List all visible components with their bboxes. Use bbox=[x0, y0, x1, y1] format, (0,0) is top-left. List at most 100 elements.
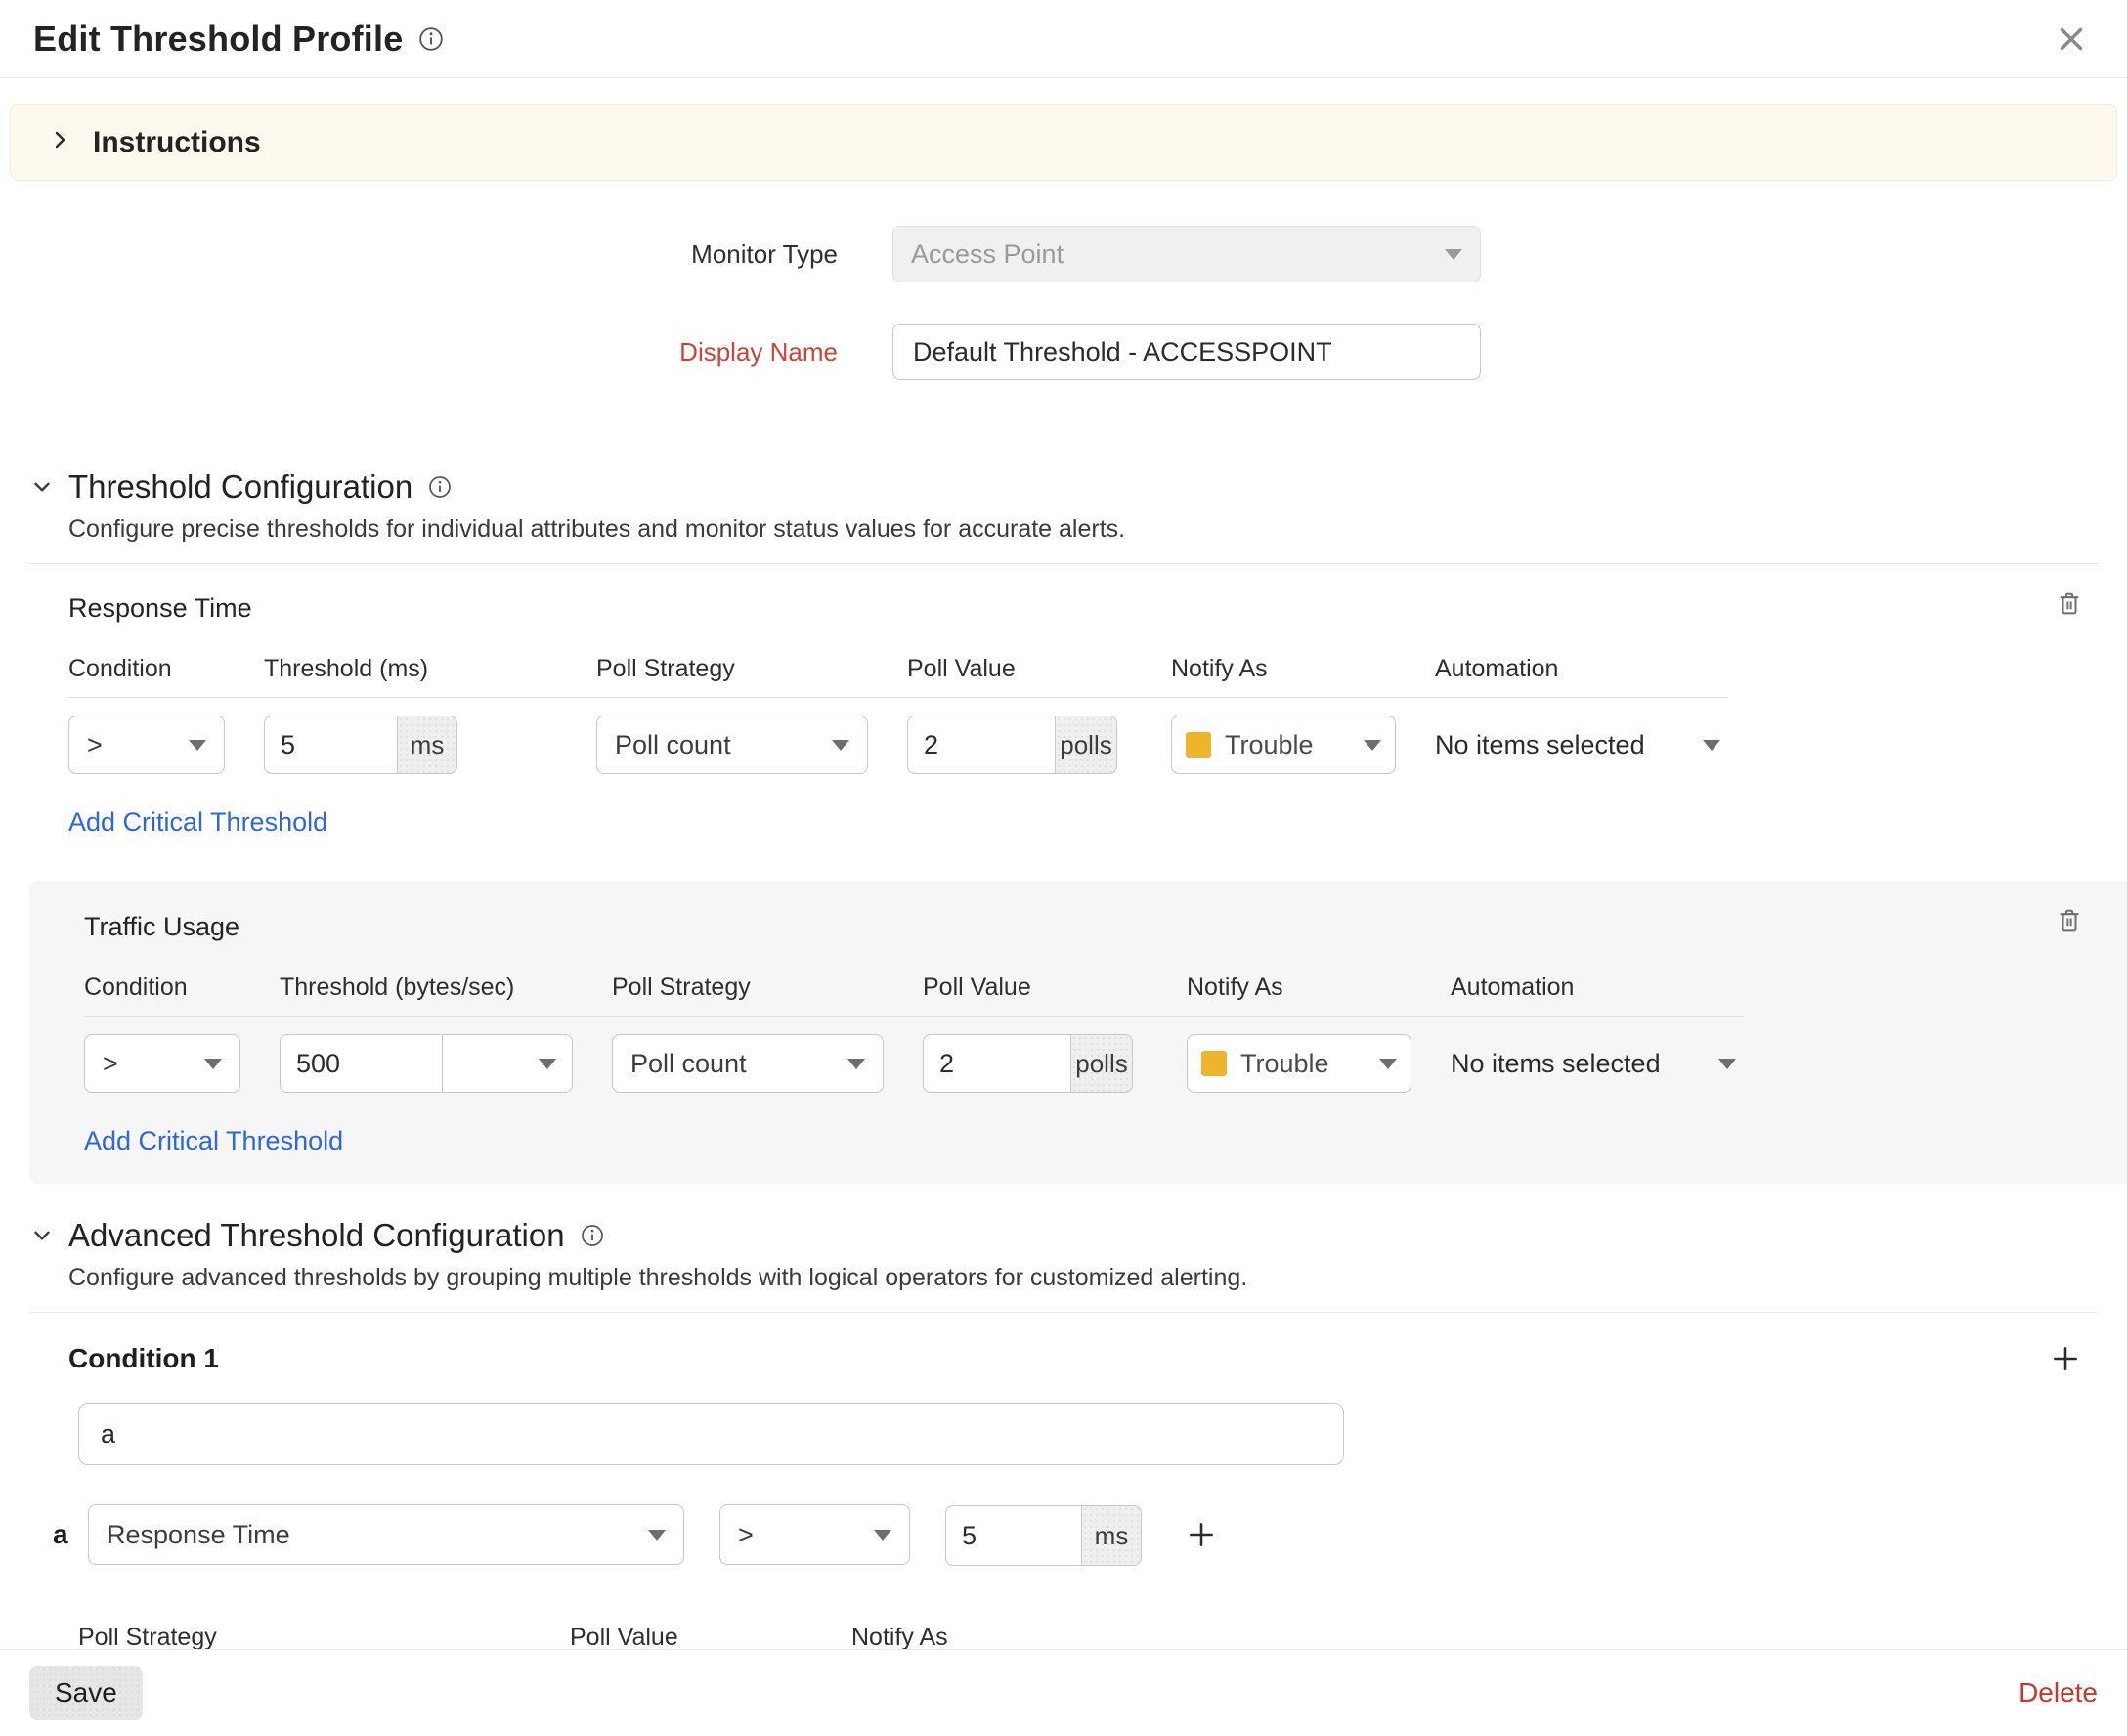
automation-value: No items selected bbox=[1451, 1049, 1661, 1079]
notify-as-value: Trouble bbox=[1225, 730, 1364, 760]
advanced-configuration-header[interactable]: Advanced Threshold Configuration bbox=[29, 1217, 2098, 1254]
add-critical-threshold-link[interactable]: Add Critical Threshold bbox=[68, 807, 327, 838]
poll-strategy-select[interactable]: Poll count bbox=[596, 716, 868, 774]
condition-select[interactable]: > bbox=[68, 716, 225, 774]
rule-operator-select[interactable]: > bbox=[719, 1504, 910, 1565]
rule-value-unit: ms bbox=[1081, 1505, 1142, 1566]
column-notify-as: Notify As bbox=[1171, 655, 1396, 683]
info-icon bbox=[581, 1224, 604, 1247]
threshold-configuration-header[interactable]: Threshold Configuration bbox=[29, 468, 2098, 505]
instructions-label: Instructions bbox=[93, 126, 261, 159]
poll-value-unit: polls bbox=[1055, 716, 1117, 774]
column-poll-value: Poll Value bbox=[907, 655, 1132, 683]
column-condition: Condition bbox=[84, 974, 240, 1002]
threshold-input[interactable] bbox=[264, 716, 398, 774]
add-critical-threshold-link[interactable]: Add Critical Threshold bbox=[84, 1126, 343, 1156]
caret-down-icon bbox=[204, 1059, 222, 1069]
column-automation: Automation bbox=[1435, 655, 1728, 683]
poll-value-input[interactable] bbox=[907, 716, 1056, 774]
poll-value-input[interactable] bbox=[923, 1034, 1071, 1093]
caret-down-icon bbox=[539, 1059, 556, 1069]
threshold-unit: ms bbox=[397, 716, 457, 774]
condition-select[interactable]: > bbox=[84, 1034, 240, 1093]
poll-value-unit: polls bbox=[1070, 1034, 1133, 1093]
display-name-input[interactable] bbox=[892, 324, 1481, 380]
dialog-footer: Save Delete bbox=[0, 1649, 2127, 1736]
caret-down-icon bbox=[189, 740, 206, 751]
condition-value: > bbox=[87, 730, 103, 760]
delete-attribute-icon[interactable] bbox=[2055, 589, 2084, 619]
advanced-poll-labels: Poll Strategy Poll Value Notify As bbox=[78, 1624, 2127, 1652]
automation-value: No items selected bbox=[1435, 730, 1645, 760]
automation-select[interactable]: No items selected bbox=[1451, 1049, 1744, 1079]
poll-value-label: Poll Value bbox=[570, 1624, 819, 1652]
notify-as-select[interactable]: Trouble bbox=[1171, 716, 1396, 774]
delete-attribute-icon[interactable] bbox=[2055, 906, 2084, 935]
condition-value: > bbox=[103, 1049, 118, 1079]
rule-operator-value: > bbox=[738, 1520, 754, 1550]
condition-heading-row: Condition 1 bbox=[68, 1342, 2082, 1375]
rule-key-label: a bbox=[53, 1519, 78, 1550]
add-condition-icon[interactable] bbox=[2049, 1342, 2082, 1375]
column-notify-as: Notify As bbox=[1187, 974, 1411, 1002]
poll-value-group: polls bbox=[923, 1034, 1133, 1093]
column-threshold: Threshold (bytes/sec) bbox=[280, 974, 573, 1002]
monitor-type-label: Monitor Type bbox=[0, 239, 838, 270]
close-icon[interactable] bbox=[2049, 17, 2094, 62]
column-poll-strategy: Poll Strategy bbox=[612, 974, 884, 1002]
attribute-controls-row: > Poll count bbox=[84, 1034, 1744, 1093]
attribute-name: Traffic Usage bbox=[84, 912, 2098, 942]
column-threshold: Threshold (ms) bbox=[264, 655, 557, 683]
notify-as-select[interactable]: Trouble bbox=[1187, 1034, 1411, 1093]
threshold-unit-select[interactable] bbox=[442, 1034, 573, 1093]
poll-value-group: polls bbox=[907, 716, 1117, 774]
caret-down-icon bbox=[648, 1530, 666, 1541]
attribute-block-response-time: Response Time Condition Threshold (ms) P… bbox=[0, 564, 2127, 869]
threshold-input[interactable] bbox=[280, 1034, 443, 1093]
chevron-down-icon bbox=[29, 474, 68, 499]
monitor-type-row: Monitor Type Access Point bbox=[0, 226, 2127, 282]
edit-threshold-profile-dialog: Edit Threshold Profile Instructions Moni… bbox=[0, 0, 2127, 1732]
condition-heading: Condition 1 bbox=[68, 1343, 219, 1374]
caret-down-icon bbox=[832, 740, 849, 751]
monitor-type-select: Access Point bbox=[892, 226, 1481, 282]
add-rule-icon[interactable] bbox=[1185, 1518, 1218, 1551]
info-icon bbox=[428, 475, 452, 499]
profile-form: Monitor Type Access Point Display Name bbox=[0, 226, 2127, 380]
caret-down-icon bbox=[874, 1530, 891, 1541]
threshold-input-group bbox=[280, 1034, 573, 1093]
column-automation: Automation bbox=[1451, 974, 1744, 1002]
condition-expression-input[interactable] bbox=[78, 1403, 1344, 1465]
trouble-status-swatch bbox=[1186, 732, 1211, 758]
save-button[interactable]: Save bbox=[29, 1666, 143, 1720]
dialog-header: Edit Threshold Profile bbox=[0, 0, 2127, 78]
caret-down-icon bbox=[1379, 1059, 1397, 1069]
column-poll-strategy: Poll Strategy bbox=[596, 655, 868, 683]
notify-as-label: Notify As bbox=[851, 1624, 1311, 1652]
section-subtitle: Configure precise thresholds for individ… bbox=[68, 515, 2098, 543]
column-poll-value: Poll Value bbox=[923, 974, 1148, 1002]
threshold-input-group: ms bbox=[264, 716, 457, 774]
caret-down-icon bbox=[847, 1059, 865, 1069]
chevron-down-icon bbox=[29, 1223, 68, 1248]
attribute-column-headers: Condition Threshold (bytes/sec) Poll Str… bbox=[84, 974, 1744, 1017]
delete-button[interactable]: Delete bbox=[2018, 1677, 2098, 1709]
section-title: Advanced Threshold Configuration bbox=[68, 1217, 565, 1254]
section-subtitle: Configure advanced thresholds by groupin… bbox=[68, 1264, 2098, 1292]
rule-value-input[interactable] bbox=[945, 1505, 1082, 1566]
caret-down-icon bbox=[1364, 740, 1381, 751]
caret-down-icon bbox=[1703, 740, 1720, 751]
instructions-accordion[interactable]: Instructions bbox=[10, 104, 2117, 181]
poll-strategy-value: Poll count bbox=[615, 730, 731, 760]
section-title: Threshold Configuration bbox=[68, 468, 412, 505]
attribute-name: Response Time bbox=[68, 593, 2098, 624]
attribute-column-headers: Condition Threshold (ms) Poll Strategy P… bbox=[68, 655, 1728, 698]
caret-down-icon bbox=[1718, 1059, 1736, 1069]
page-title: Edit Threshold Profile bbox=[33, 19, 403, 60]
rule-attribute-select[interactable]: Response Time bbox=[88, 1504, 684, 1565]
automation-select[interactable]: No items selected bbox=[1435, 730, 1728, 760]
chevron-right-icon bbox=[48, 128, 71, 156]
rule-attribute-value: Response Time bbox=[107, 1520, 290, 1550]
caret-down-icon bbox=[1445, 249, 1462, 260]
poll-strategy-select[interactable]: Poll count bbox=[612, 1034, 884, 1093]
